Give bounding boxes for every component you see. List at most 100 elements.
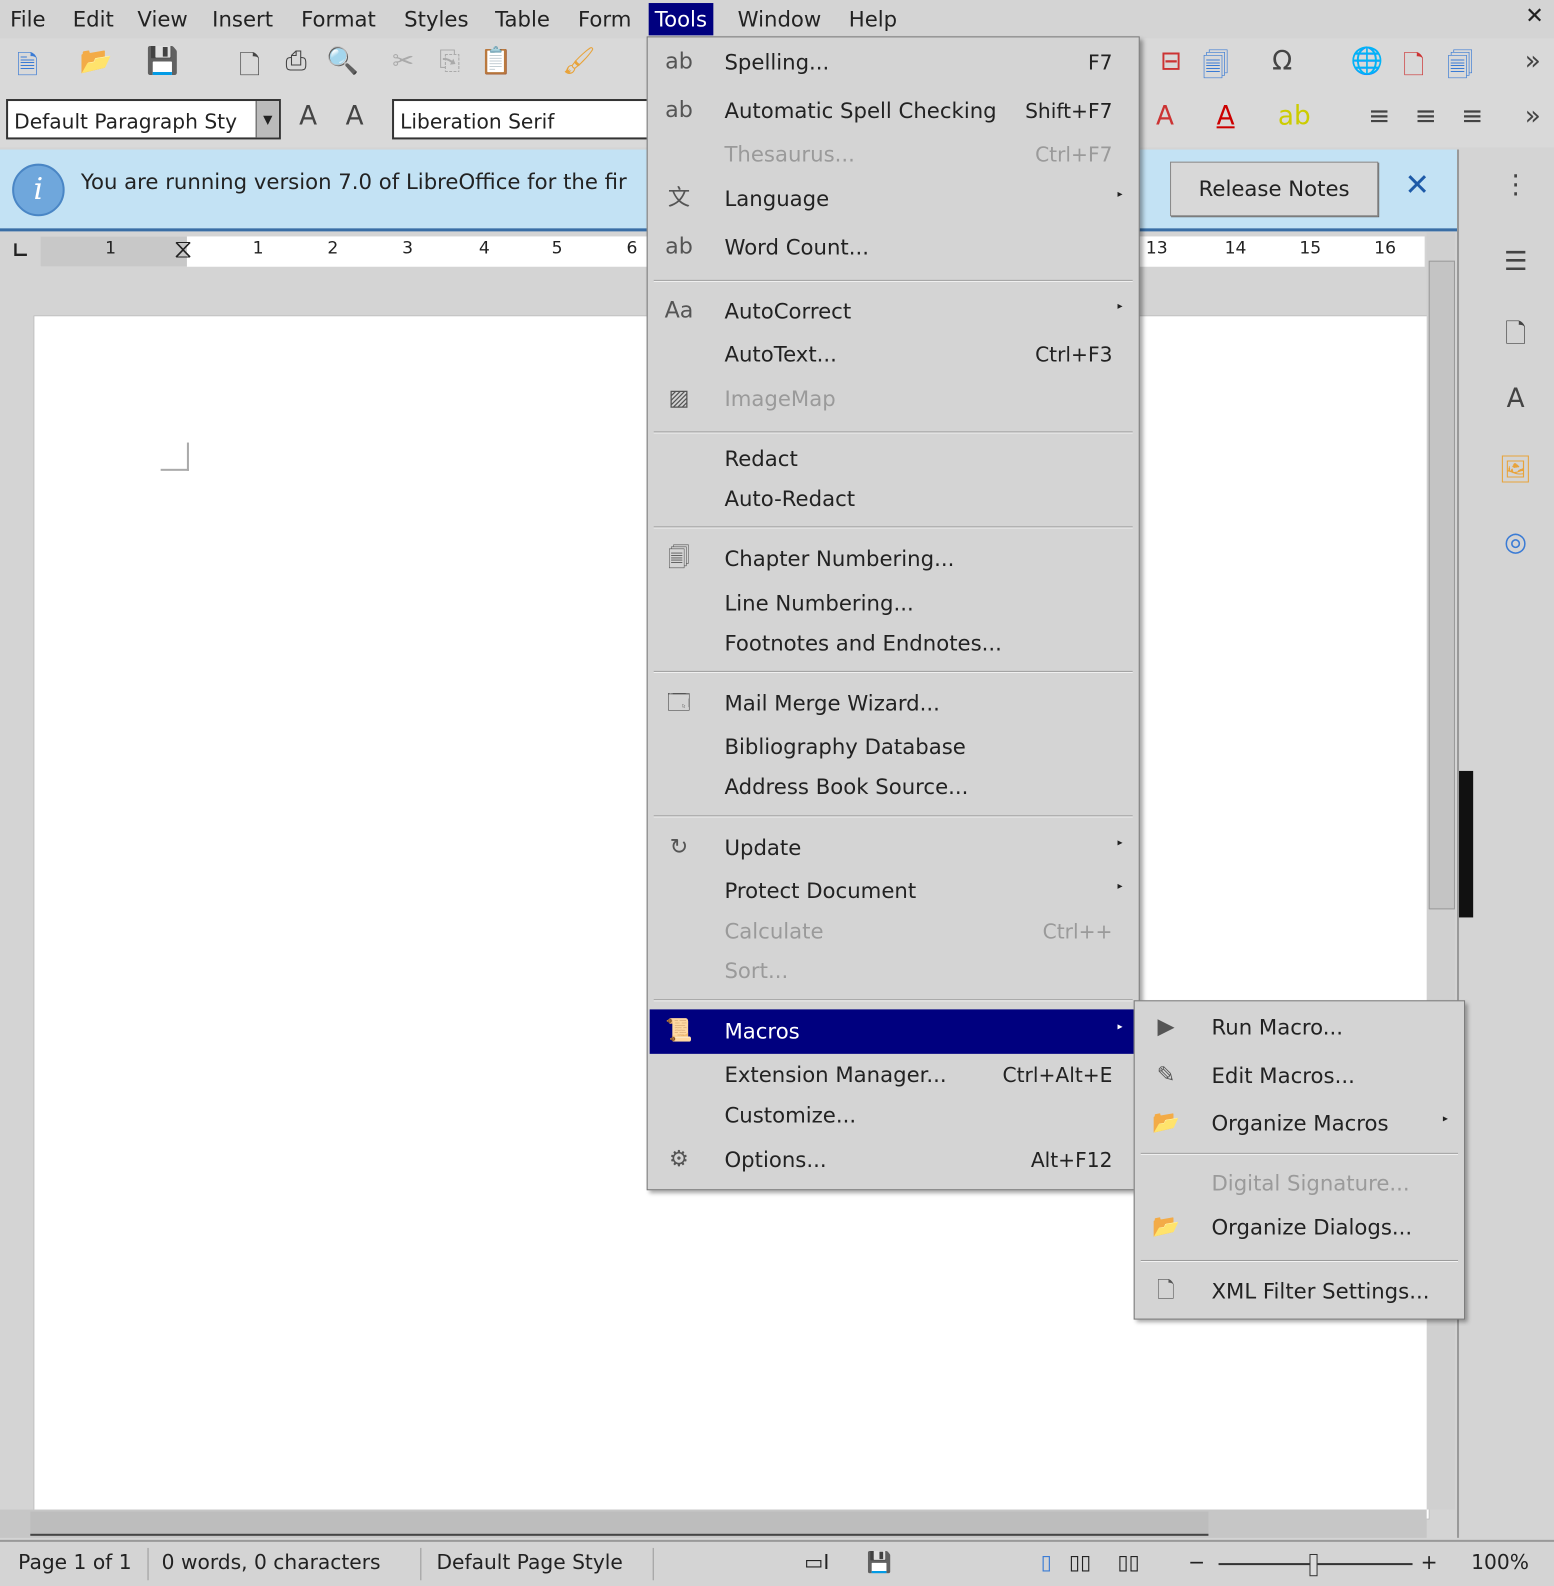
sidebar-menu-icon[interactable]: ⋮ — [1495, 170, 1535, 200]
cut-icon[interactable]: ✂ — [386, 46, 420, 76]
menu-item-address-book-source[interactable]: Address Book Source... — [650, 765, 1137, 809]
release-notes-button[interactable]: Release Notes — [1170, 161, 1379, 217]
zoom-level[interactable]: 100% — [1471, 1550, 1529, 1574]
close-document-button[interactable]: ✕ — [1525, 4, 1544, 29]
highlight-color-icon[interactable]: ab — [1277, 101, 1311, 131]
chapter-numbering-icon: 🗐 — [667, 545, 691, 571]
menu-item-macros[interactable]: 📜 Macros ▸ — [649, 1009, 1137, 1054]
paste-icon[interactable]: 📋 — [479, 46, 513, 76]
copy-icon[interactable]: ⎘ — [432, 46, 466, 77]
menu-format[interactable]: Format — [295, 3, 382, 35]
properties-icon[interactable]: ☰ — [1495, 247, 1535, 277]
menu-item-language[interactable]: 文 Language ▸ — [650, 177, 1137, 221]
menu-item-autotext[interactable]: AutoText... Ctrl+F3 — [650, 332, 1137, 376]
export-pdf-icon[interactable]: 🗋 — [232, 46, 266, 90]
more-options-icon[interactable]: » — [1516, 46, 1550, 76]
menu-insert[interactable]: Insert — [206, 3, 279, 35]
page-icon[interactable]: 🗋 — [1495, 315, 1535, 359]
horizontal-scrollbar[interactable] — [0, 1509, 1427, 1538]
menu-item-customize[interactable]: Customize... — [650, 1093, 1137, 1137]
info-icon: i — [12, 163, 65, 217]
font-color-icon[interactable]: A — [1208, 101, 1242, 131]
page-count[interactable]: Page 1 of 1 — [18, 1550, 131, 1574]
menu-item-mail-merge-wizard[interactable]: 🗔 Mail Merge Wizard... — [650, 681, 1137, 725]
menu-item-automatic-spell-checking[interactable]: ab Automatic Spell Checking Shift+F7 — [650, 89, 1137, 133]
comment-icon[interactable]: 🗐 — [1443, 46, 1477, 90]
more-options-icon[interactable]: » — [1516, 101, 1550, 131]
indent-marker[interactable]: ⧖ — [174, 234, 192, 265]
menu-edit[interactable]: Edit — [67, 3, 120, 35]
tab-stop-icon[interactable]: ∟ — [12, 238, 29, 262]
new-style-icon[interactable]: A — [337, 101, 371, 131]
menu-item-run-macro[interactable]: ▶ Run Macro... — [1137, 1005, 1462, 1049]
menu-form[interactable]: Form — [572, 3, 638, 35]
align-right-icon[interactable]: ≡ — [1455, 101, 1489, 131]
menu-item-line-numbering[interactable]: Line Numbering... — [650, 581, 1137, 625]
menu-item-edit-macros[interactable]: ✎ Edit Macros... — [1137, 1054, 1462, 1098]
save-icon[interactable]: 💾 — [145, 46, 179, 76]
auto-spellcheck-icon: ab — [665, 98, 693, 124]
document-modified-icon[interactable]: 💾 — [867, 1550, 892, 1574]
sidebar-collapse-handle[interactable] — [1459, 770, 1474, 918]
print-preview-icon[interactable]: 🔍 — [325, 46, 359, 76]
zoom-slider-thumb[interactable] — [1309, 1553, 1318, 1577]
menu-item-organize-macros[interactable]: 📂 Organize Macros ▸ — [1137, 1101, 1462, 1145]
menu-window[interactable]: Window — [732, 3, 828, 35]
zoom-in-icon[interactable]: + — [1421, 1550, 1438, 1574]
styles-icon[interactable]: A — [1495, 384, 1535, 414]
paragraph-style-combo[interactable]: Default Paragraph Sty ▼ — [6, 99, 281, 140]
clone-formatting-icon[interactable]: 🖌 — [562, 46, 596, 76]
menu-item-auto-redact[interactable]: Auto-Redact — [650, 477, 1137, 521]
menu-item-label: Run Macro... — [1211, 1015, 1343, 1040]
book-view-icon[interactable]: ▯▯ — [1118, 1550, 1140, 1574]
align-left-icon[interactable]: ≡ — [1362, 101, 1396, 131]
print-icon[interactable]: ⎙ — [279, 46, 313, 77]
menu-item-bibliography-database[interactable]: Bibliography Database — [650, 724, 1137, 768]
menu-item-redact[interactable]: Redact — [650, 436, 1137, 480]
menu-view[interactable]: View — [131, 3, 193, 35]
special-character-icon[interactable]: Ω — [1265, 46, 1299, 76]
gallery-icon[interactable]: 🖼 — [1495, 455, 1535, 485]
align-center-icon[interactable]: ≡ — [1408, 101, 1442, 131]
menu-item-chapter-numbering[interactable]: 🗐 Chapter Numbering... — [650, 537, 1137, 581]
ruler-label: 5 — [551, 238, 563, 259]
update-style-icon[interactable]: A — [291, 101, 325, 131]
menu-item-spelling[interactable]: ab Spelling... F7 — [650, 40, 1137, 84]
hyperlink-icon[interactable]: 🌐 — [1350, 46, 1384, 76]
menu-tools[interactable]: Tools — [648, 3, 714, 36]
multi-page-view-icon[interactable]: ▯▯ — [1069, 1550, 1091, 1574]
menu-item-protect-document[interactable]: Protect Document ▸ — [650, 869, 1137, 913]
word-count[interactable]: 0 words, 0 characters — [162, 1550, 381, 1574]
close-infobar-button[interactable]: ✕ — [1404, 168, 1429, 203]
menu-item-footnotes-and-endnotes[interactable]: Footnotes and Endnotes... — [650, 621, 1137, 665]
footnote-icon[interactable]: 🗋 — [1396, 46, 1430, 90]
menu-item-xml-filter-settings[interactable]: 🗋 XML Filter Settings... — [1137, 1269, 1462, 1313]
menu-help[interactable]: Help — [843, 3, 904, 35]
font-name-combo[interactable]: Liberation Serif — [392, 99, 655, 140]
menu-file[interactable]: File — [4, 3, 52, 35]
menu-separator — [653, 999, 1133, 1002]
scroll-thumb[interactable] — [30, 1511, 1209, 1536]
single-page-view-icon[interactable]: ▯ — [1041, 1550, 1052, 1574]
menu-item-autocorrect[interactable]: Aa AutoCorrect ▸ — [650, 289, 1137, 333]
menu-item-digital-signature: Digital Signature... — [1137, 1161, 1462, 1205]
chevron-down-icon[interactable]: ▼ — [255, 101, 279, 138]
text-boundary-corner — [160, 442, 189, 471]
menu-item-extension-manager[interactable]: Extension Manager... Ctrl+Alt+E — [650, 1053, 1137, 1097]
menu-styles[interactable]: Styles — [398, 3, 474, 35]
page-break-icon[interactable]: ⊟ — [1154, 46, 1188, 76]
menu-item-organize-dialogs[interactable]: 📂 Organize Dialogs... — [1137, 1205, 1462, 1249]
menu-item-options[interactable]: ⚙ Options... Alt+F12 — [650, 1138, 1137, 1182]
insert-field-icon[interactable]: 🗐 — [1198, 46, 1232, 90]
zoom-out-icon[interactable]: − — [1188, 1550, 1205, 1574]
menu-item-word-count[interactable]: ab Word Count... — [650, 225, 1137, 269]
scroll-thumb[interactable] — [1428, 260, 1455, 910]
new-document-icon[interactable]: 🗎 — [10, 46, 44, 90]
clear-formatting-icon[interactable]: A — [1148, 101, 1182, 131]
open-icon[interactable]: 📂 — [79, 46, 113, 76]
menu-table[interactable]: Table — [489, 3, 556, 35]
menu-item-update[interactable]: ↻ Update ▸ — [650, 825, 1137, 869]
insert-mode-icon[interactable]: ▭I — [804, 1550, 829, 1574]
navigator-icon[interactable]: ◎ — [1495, 527, 1535, 557]
page-style[interactable]: Default Page Style — [436, 1550, 622, 1574]
